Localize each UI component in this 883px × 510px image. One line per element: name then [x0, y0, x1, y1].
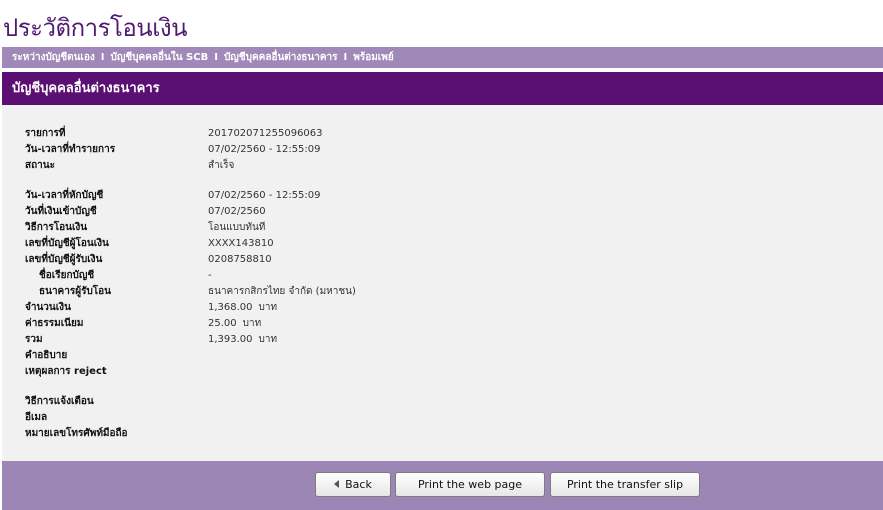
bank-label: ธนาคารผู้รับโอน	[39, 286, 112, 297]
detail-row-debit-datetime: วัน-เวลาที่หักบัญชี 07/02/2560 - 12:55:0…	[2, 188, 883, 203]
back-button[interactable]: Back	[315, 472, 391, 497]
amount-label: จำนวนเงิน	[25, 302, 71, 313]
transfer-type-nav: ระหว่างบัญชีตนเอง I บัญชีบุคคลอื่นใน SCB I บ…	[2, 47, 883, 68]
detail-row-notify: วิธีการแจ้งเตือน	[2, 394, 883, 409]
bank-value: ธนาคารกสิกรไทย จำกัด (มหาชน)	[208, 286, 356, 297]
credit-date-label: วันที่เงินเข้าบัญชี	[25, 206, 97, 217]
nickname-value: -	[208, 270, 212, 281]
print-transfer-slip-label: Print the transfer slip	[566, 478, 684, 491]
nav-other-bank-accounts[interactable]: บัญชีบุคคลอื่นต่างธนาคาร	[224, 52, 338, 63]
transfer-details-panel: รายการที่ 201702071255096063 วัน-เวลาที่…	[2, 105, 883, 461]
detail-row-txn-datetime: วัน-เวลาที่ทำรายการ 07/02/2560 - 12:55:0…	[2, 142, 883, 157]
detail-row-to-account: เลขที่บัญชีผู้รับเงิน 0208758810	[2, 252, 883, 267]
nav-separator: I	[343, 52, 348, 63]
nav-separator: I	[100, 52, 105, 63]
credit-date-value: 07/02/2560	[208, 206, 266, 217]
print-transfer-slip-button[interactable]: Print the transfer slip	[550, 472, 700, 497]
amount-value: 1,368.00	[208, 302, 253, 313]
fee-unit: บาท	[242, 318, 262, 329]
detail-row-amount: จำนวนเงิน 1,368.00 บาท	[2, 300, 883, 315]
status-label: สถานะ	[25, 160, 55, 171]
txn-datetime-value: 07/02/2560 - 12:55:09	[208, 144, 321, 155]
nickname-label: ชื่อเรียกบัญชี	[39, 270, 95, 281]
section-title: บัญชีบุคคลอื่นต่างธนาคาร	[2, 72, 883, 105]
detail-row-fee: ค่าธรรมเนียม 25.00 บาท	[2, 316, 883, 331]
detail-row-nickname: ชื่อเรียกบัญชี -	[2, 268, 883, 283]
total-label: รวม	[25, 334, 43, 345]
fee-value: 25.00	[208, 318, 237, 329]
total-value: 1,393.00	[208, 334, 253, 345]
from-account-value: XXXX143810	[208, 238, 274, 249]
back-arrow-icon	[334, 480, 340, 488]
status-value: สำเร็จ	[208, 160, 235, 171]
method-value: โอนแบบทันที	[208, 222, 266, 233]
debit-datetime-label: วัน-เวลาที่หักบัญชี	[25, 190, 104, 201]
notify-method-label: วิธีการแจ้งเตือน	[25, 396, 94, 407]
action-bar: Back Print the web page Print the transf…	[2, 461, 883, 510]
detail-row-ref: รายการที่ 201702071255096063	[2, 126, 883, 141]
nav-separator: I	[214, 52, 218, 63]
total-unit: บาท	[258, 334, 278, 345]
reject-reason-label: เหตุผลการ reject	[25, 366, 107, 377]
from-account-label: เลขที่บัญชีผู้โอนเงิน	[25, 238, 109, 249]
to-account-label: เลขที่บัญชีผู้รับเงิน	[25, 254, 103, 265]
detail-row-reject: เหตุผลการ reject	[2, 364, 883, 379]
mobile-label: หมายเลขโทรศัพท์มือถือ	[25, 428, 128, 439]
ref-label: รายการที่	[25, 128, 66, 139]
print-web-page-button[interactable]: Print the web page	[395, 472, 545, 497]
email-label: อีเมล	[25, 412, 48, 423]
total-value-group: 1,393.00 บาท	[208, 332, 277, 347]
to-account-value: 0208758810	[208, 254, 272, 265]
print-web-page-label: Print the web page	[417, 478, 523, 491]
method-label: วิธีการโอนเงิน	[25, 222, 88, 233]
page-title: ประวัติการโอนเงิน	[3, 14, 188, 42]
detail-row-description: คำอธิบาย	[2, 348, 883, 363]
detail-row-email: อีเมล	[2, 410, 883, 425]
nav-own-accounts[interactable]: ระหว่างบัญชีตนเอง	[12, 52, 95, 63]
amount-value-group: 1,368.00 บาท	[208, 300, 277, 315]
detail-row-total: รวม 1,393.00 บาท	[2, 332, 883, 347]
txn-datetime-label: วัน-เวลาที่ทำรายการ	[25, 144, 116, 155]
detail-row-status: สถานะ สำเร็จ	[2, 158, 883, 173]
back-button-label: Back	[345, 478, 372, 491]
nav-promptpay[interactable]: พร้อมเพย์	[353, 52, 393, 63]
detail-row-credit-date: วันที่เงินเข้าบัญชี 07/02/2560	[2, 204, 883, 219]
description-label: คำอธิบาย	[25, 350, 68, 361]
detail-row-mobile: หมายเลขโทรศัพท์มือถือ	[2, 426, 883, 441]
nav-other-scb-accounts[interactable]: บัญชีบุคคลอื่นใน SCB	[110, 52, 208, 63]
detail-row-from-account: เลขที่บัญชีผู้โอนเงิน XXXX143810	[2, 236, 883, 251]
fee-label: ค่าธรรมเนียม	[25, 318, 84, 329]
fee-value-group: 25.00 บาท	[208, 316, 261, 331]
detail-row-method: วิธีการโอนเงิน โอนแบบทันที	[2, 220, 883, 235]
ref-value: 201702071255096063	[208, 128, 323, 139]
debit-datetime-value: 07/02/2560 - 12:55:09	[208, 190, 321, 201]
amount-unit: บาท	[258, 302, 278, 313]
detail-row-bank: ธนาคารผู้รับโอน ธนาคารกสิกรไทย จำกัด (มห…	[2, 284, 883, 299]
